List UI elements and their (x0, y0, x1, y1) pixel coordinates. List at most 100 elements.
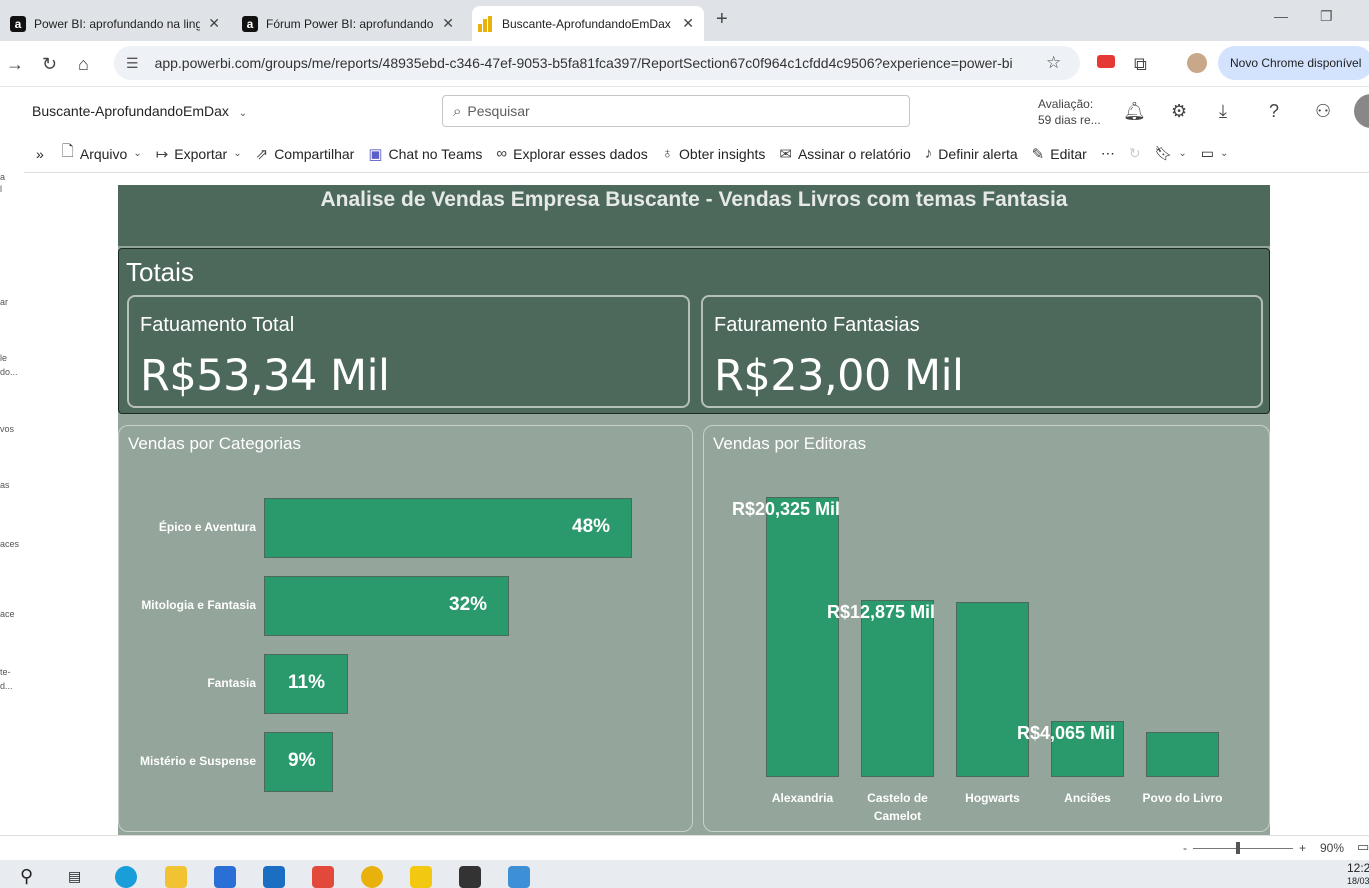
folder-icon[interactable] (165, 866, 187, 888)
browser-tab[interactable]: a Fórum Power BI: aprofundando ✕ (236, 6, 464, 41)
report-name-label: Buscante-AprofundandoEmDax (32, 103, 229, 119)
share-feedback-icon[interactable]: ⚇ (1315, 101, 1331, 122)
compartilhar-button[interactable]: ⇗ Compartilhar (256, 145, 355, 163)
kpi-card-faturamento-total[interactable]: Fatuamento Total R$53,34 Mil (127, 295, 690, 408)
arquivo-menu[interactable]: 🗋 Arquivo ⌄ (62, 141, 142, 166)
zoom-slider[interactable] (1193, 848, 1293, 849)
reload-icon[interactable]: ↻ (42, 54, 57, 75)
expand-pane-icon[interactable]: » (36, 146, 44, 162)
chrome-update-button[interactable]: Novo Chrome disponível (1218, 46, 1369, 80)
kpi-value: R$23,00 Mil (714, 351, 964, 401)
nav-stub-text[interactable]: ace (0, 609, 15, 619)
forward-icon[interactable]: → (6, 54, 24, 75)
tab-title: Buscante-AprofundandoEmDax (502, 16, 671, 31)
bookmark-icon[interactable]: 🔖︎ ⌄ (1155, 145, 1187, 162)
edge-icon[interactable] (115, 866, 137, 888)
share-icon: ⇗ (255, 145, 269, 163)
nav-stub-text[interactable]: d... (0, 681, 13, 691)
view-icon[interactable]: ▭ ⌄ (1201, 145, 1229, 162)
zoom-slider-thumb[interactable] (1236, 842, 1240, 854)
arquivo-label: Arquivo (79, 145, 128, 162)
chevron-down-icon: ⌄ (1178, 148, 1187, 159)
browser-tab-active[interactable]: Buscante-AprofundandoEmDax ✕ (472, 6, 704, 41)
nav-stub-text[interactable]: l (0, 184, 2, 194)
zoom-in-button[interactable]: + (1299, 841, 1306, 855)
app-icon[interactable] (312, 866, 334, 888)
pencil-icon: ✎ (1031, 145, 1045, 163)
help-icon[interactable]: ? (1269, 101, 1279, 122)
zoom-out-button[interactable]: - (1183, 841, 1187, 855)
kpi-card-faturamento-fantasias[interactable]: Faturamento Fantasias R$23,00 Mil (701, 295, 1263, 408)
assinar-button[interactable]: ✉ Assinar o relatório (779, 145, 910, 163)
restore-icon[interactable]: ❐ (1320, 8, 1333, 25)
data-label: 9% (288, 750, 316, 771)
editar-label: Editar (1050, 145, 1087, 162)
home-icon[interactable]: ⌂ (78, 54, 89, 75)
powerbi-icon[interactable] (410, 866, 432, 888)
category-label: Épico e Aventura (158, 520, 256, 534)
nav-stub-text[interactable]: do... (0, 367, 18, 377)
terminal-icon[interactable] (459, 866, 481, 888)
refresh-icon[interactable]: ↻ (1129, 145, 1141, 162)
category-label: Hogwarts (965, 791, 1020, 805)
trial-status[interactable]: Avaliação: 59 dias re... (1038, 96, 1101, 128)
data-label: 11% (288, 672, 325, 693)
store-icon[interactable] (214, 866, 236, 888)
browser-tab[interactable]: a Power BI: aprofundando na ling ✕ (4, 6, 230, 41)
url-bar[interactable]: ☰ app.powerbi.com/groups/me/reports/4893… (114, 46, 1080, 80)
youtube-extension-icon[interactable] (1097, 55, 1115, 68)
extensions-icon[interactable]: ⧉ (1134, 54, 1147, 75)
search-input[interactable]: ⌕ Pesquisar (442, 95, 910, 127)
site-favicon-icon: a (242, 15, 258, 32)
bookmark-star-icon[interactable]: ☆ (1046, 53, 1061, 73)
gear-icon[interactable]: ⚙ (1171, 101, 1187, 122)
search-icon[interactable]: ⚲ (20, 866, 33, 887)
file-icon: 🗋 (61, 143, 74, 160)
search-placeholder: Pesquisar (467, 103, 530, 119)
more-options-icon[interactable]: ⋯ (1101, 145, 1115, 162)
chrome-icon[interactable] (361, 866, 383, 888)
download-icon[interactable]: ⤓ (1219, 101, 1227, 122)
chart-vendas-por-editoras[interactable]: Vendas por Editoras Alexandria R$20,325 M… (703, 425, 1270, 832)
binoculars-icon: ∞ (496, 145, 508, 162)
nav-stub-text[interactable]: le (0, 353, 7, 363)
nav-stub-text[interactable]: te- (0, 667, 11, 677)
insights-button[interactable]: ♁ Obter insights (662, 145, 766, 162)
nav-stub-text[interactable]: ar (0, 297, 8, 307)
chevron-down-icon: ⌄ (133, 148, 142, 159)
photos-icon[interactable] (508, 866, 530, 888)
task-view-icon[interactable]: ▤ (68, 868, 81, 885)
site-settings-icon[interactable]: ☰ (126, 55, 139, 72)
alerta-button[interactable]: ♪ Definir alerta (925, 145, 1018, 162)
close-tab-icon[interactable]: ✕ (682, 15, 694, 32)
alert-bell-icon: ♪ (924, 145, 933, 162)
clock-date: 18/03/ (1347, 876, 1369, 886)
compartilhar-label: Compartilhar (274, 145, 355, 162)
editar-button[interactable]: ✎ Editar (1032, 145, 1087, 163)
nav-stub-text[interactable]: vos (0, 424, 14, 434)
chart-vendas-por-categorias[interactable]: Vendas por Categorias Épico e Aventura 48… (118, 425, 693, 832)
new-tab-icon[interactable]: + (716, 8, 728, 31)
nav-stub-text[interactable]: a (0, 172, 5, 182)
profile-avatar[interactable] (1187, 53, 1207, 73)
close-tab-icon[interactable]: ✕ (208, 15, 220, 32)
chat-teams-button[interactable]: ▣ Chat no Teams (368, 145, 482, 163)
avatar[interactable] (1354, 94, 1369, 128)
chat-label: Chat no Teams (388, 145, 483, 162)
close-tab-icon[interactable]: ✕ (442, 15, 454, 32)
browser-address-bar: → ↻ ⌂ ☰ app.powerbi.com/groups/me/report… (0, 41, 1369, 87)
powerbi-header: Buscante-AprofundandoEmDax ⌄ ⌕ Pesquisar… (24, 87, 1369, 135)
clock-time: 12:2 (1347, 861, 1369, 875)
nav-stub-text[interactable]: as (0, 480, 10, 490)
nav-stub-text[interactable]: aces (0, 539, 19, 549)
bell-icon[interactable]: 🔔︎ (1123, 101, 1146, 122)
category-label: Mistério e Suspense (139, 754, 256, 768)
report-name-dropdown[interactable]: Buscante-AprofundandoEmDax ⌄ (32, 103, 247, 119)
subscribe-icon: ✉ (779, 145, 792, 163)
explorar-button[interactable]: ∞ Explorar esses dados (496, 145, 647, 162)
exportar-menu[interactable]: ↦ Exportar ⌄ (156, 145, 242, 163)
fit-page-icon[interactable]: ▭ (1357, 839, 1369, 855)
minimize-icon[interactable]: — (1274, 8, 1288, 24)
column (956, 602, 1029, 777)
mail-icon[interactable] (263, 866, 285, 888)
